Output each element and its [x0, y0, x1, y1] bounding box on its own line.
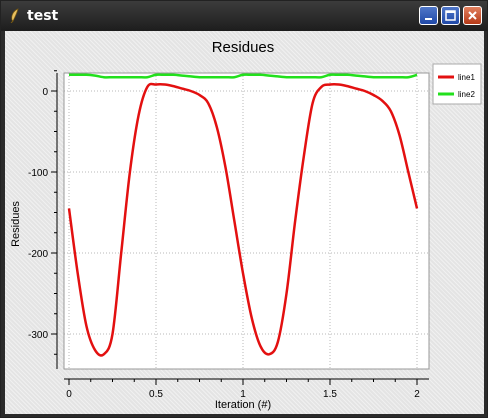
- minimize-button[interactable]: [419, 6, 438, 25]
- x-ticks: 0 0.5 1 1.5 2: [66, 379, 420, 400]
- x-tick-label: 2: [414, 389, 420, 400]
- y-tick-label: 0: [42, 87, 48, 98]
- minimize-icon: [425, 18, 432, 20]
- feather-icon: [10, 8, 19, 23]
- title-bar[interactable]: test: [1, 1, 487, 31]
- plot-background: [64, 73, 429, 369]
- close-icon: [468, 11, 477, 20]
- maximize-button[interactable]: [441, 6, 460, 25]
- chart: 0 0.5 1 1.5 2 0-100-200-300 Residues Iterati…: [10, 39, 482, 411]
- chart-title: Residues: [212, 39, 275, 56]
- x-tick-label: 0.5: [149, 389, 163, 400]
- y-ticks: 0 -100 -200 -300: [28, 70, 57, 355]
- app-window: test 0 0.5 1 1.5 2 0 -100 -200 -300 Resi…: [0, 0, 488, 418]
- legend-label-line2: line2: [458, 90, 475, 99]
- window-title: test: [27, 8, 59, 24]
- maximize-icon: [445, 10, 456, 21]
- y-axis-label: Residues: [10, 201, 22, 247]
- close-button[interactable]: [463, 6, 482, 25]
- x-tick-label: 0: [66, 389, 72, 400]
- x-tick-label: 1.5: [323, 389, 337, 400]
- y-tick-label: -300: [28, 330, 48, 341]
- legend-label-line1: line1: [458, 73, 475, 82]
- plot-area: 0 0.5 1 1.5 2 0 -100 -200 -300 Residues Iterati…: [5, 31, 484, 414]
- y-tick-label: -100: [28, 168, 48, 179]
- legend: line1 line2: [432, 63, 482, 105]
- y-tick-label: -200: [28, 249, 48, 260]
- x-axis-label: Iteration (#): [215, 399, 271, 411]
